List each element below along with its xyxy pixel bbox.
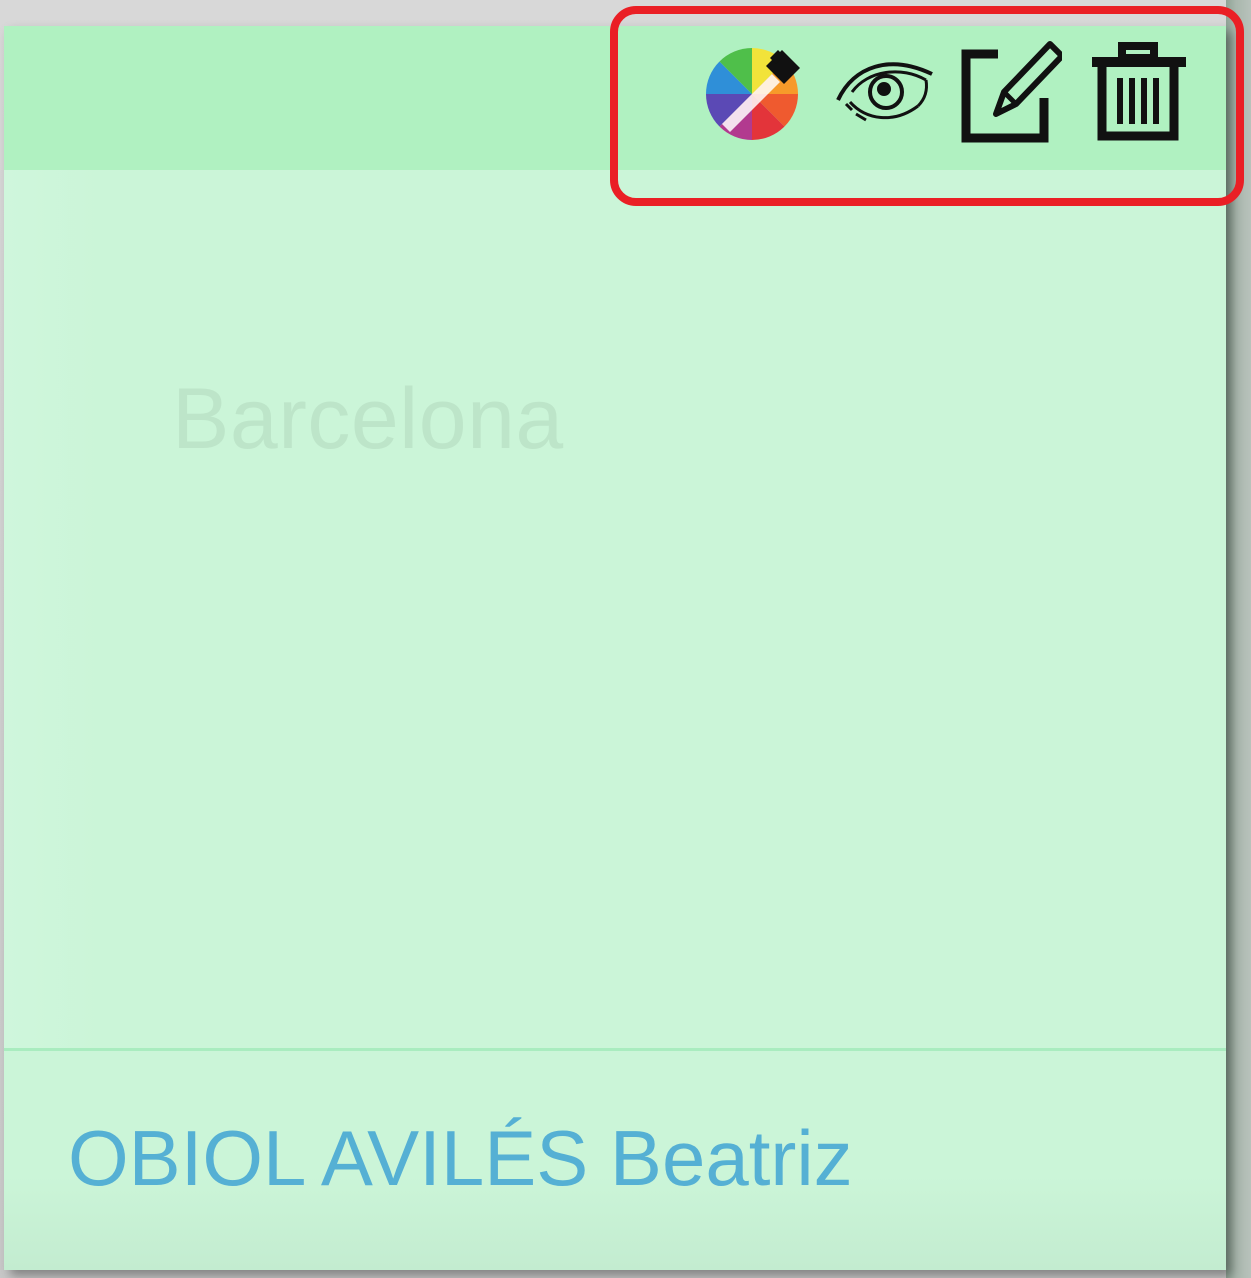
note-card[interactable]: Barcelona OBIOL AVILÉS Beatriz — [4, 26, 1226, 1270]
card-body-margin — [4, 170, 100, 1050]
screenshot-stage: Barcelona OBIOL AVILÉS Beatriz — [0, 0, 1251, 1278]
eye-icon — [836, 62, 933, 122]
delete-button[interactable] — [1086, 36, 1190, 144]
edit-pencil-icon — [961, 41, 1062, 143]
card-footer: OBIOL AVILÉS Beatriz — [4, 1051, 1226, 1270]
trash-icon — [1092, 42, 1186, 141]
color-wheel-brush-icon — [706, 48, 800, 140]
color-picker-button[interactable] — [704, 36, 808, 144]
edit-button[interactable] — [958, 36, 1062, 144]
card-author[interactable]: OBIOL AVILÉS Beatriz — [68, 1113, 853, 1204]
view-button[interactable] — [832, 36, 936, 144]
card-city: Barcelona — [172, 371, 564, 467]
card-body: Barcelona — [4, 170, 1226, 1050]
